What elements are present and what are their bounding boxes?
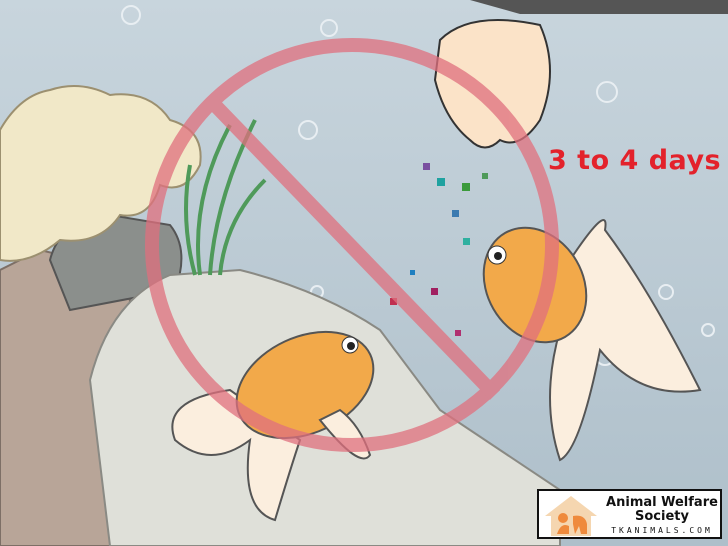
logo-name: Animal Welfare Society [606,495,718,524]
logo-badge: Animal Welfare Society TKANIMALS.COM [537,489,722,539]
duration-caption: 3 to 4 days [548,145,722,176]
house-logo-icon [545,496,597,536]
logo-site: TKANIMALS.COM [611,526,713,535]
aquarium-illustration [0,0,728,546]
